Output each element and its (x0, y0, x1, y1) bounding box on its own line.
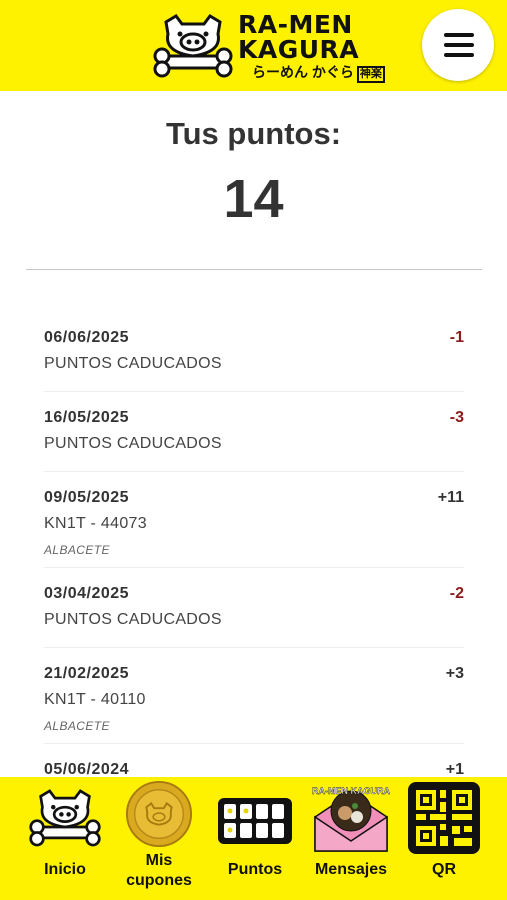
entry-amount: -1 (449, 329, 464, 346)
nav-puntos[interactable]: Puntos (212, 777, 298, 900)
logo-title-line2: KAGURA (238, 35, 360, 64)
hamburger-icon (444, 33, 474, 37)
nav-puntos-label: Puntos (227, 861, 283, 878)
nav-mensajes[interactable]: RA-MEN KAGURA Mensajes (302, 777, 400, 900)
hamburger-icon-bar (444, 43, 474, 47)
entry-amount: -2 (449, 585, 464, 602)
history-entry: 16/05/2025 -3 PUNTOS CADUCADOS (44, 392, 464, 472)
nav-inicio[interactable]: Inicio (22, 777, 108, 900)
stamp-card-icon (218, 798, 292, 844)
nav-inicio-label: Inicio (44, 861, 86, 878)
menu-button[interactable] (422, 9, 494, 81)
pig-bone-mascot-icon (153, 14, 233, 78)
nav-qr[interactable]: QR (404, 777, 484, 900)
entry-description: PUNTOS CADUCADOS (44, 611, 222, 628)
points-total: 14 (223, 169, 284, 229)
divider (26, 269, 482, 270)
bottom-navigation: Inicio Mis cupones Puntos RA-MEN KAGURA … (0, 777, 507, 900)
pig-mascot-icon (29, 789, 101, 847)
hamburger-icon-bar (444, 53, 474, 57)
brand-logo[interactable]: RA-MEN KAGURA らーめん かぐら 神楽 (152, 10, 385, 83)
entry-description: KN1T - 44073 (44, 515, 147, 532)
qr-code-icon (408, 782, 480, 854)
gold-coin-icon (125, 780, 193, 848)
app-header: RA-MEN KAGURA らーめん かぐら 神楽 (0, 0, 507, 91)
entry-date: 09/05/2025 (44, 489, 130, 506)
history-entry: 03/04/2025 -2 PUNTOS CADUCADOS (44, 568, 464, 648)
envelope-label: RA-MEN KAGURA (312, 786, 390, 796)
history-entry: 09/05/2025 +11 KN1T - 44073 ALBACETE (44, 472, 464, 568)
points-title: Tus puntos: (165, 116, 342, 151)
entry-amount: -3 (449, 409, 464, 426)
entry-amount: +11 (437, 489, 464, 506)
history-entry: 06/06/2025 -1 PUNTOS CADUCADOS (44, 312, 464, 392)
logo-kanji-stamp: 神楽 (356, 66, 385, 83)
entry-date: 03/04/2025 (44, 585, 130, 602)
nav-cupones-label-2: cupones (126, 872, 192, 889)
entry-date: 21/02/2025 (44, 665, 130, 682)
logo-title-line1: RA-MEN (238, 10, 353, 39)
points-history-list: 06/06/2025 -1 PUNTOS CADUCADOS 16/05/202… (44, 312, 464, 823)
entry-location: ALBACETE (44, 543, 110, 557)
nav-mensajes-label: Mensajes (314, 861, 388, 878)
entry-description: PUNTOS CADUCADOS (44, 435, 222, 452)
logo-japanese-text: らーめん かぐら (252, 64, 354, 80)
envelope-banner-text: RA-MEN KAGURA (312, 786, 391, 796)
history-entry: 21/02/2025 +3 KN1T - 40110 ALBACETE (44, 648, 464, 744)
entry-date: 06/06/2025 (44, 329, 130, 346)
entry-amount: +3 (445, 665, 464, 682)
nav-cupones-label-1: Mis (145, 852, 173, 869)
entry-description: PUNTOS CADUCADOS (44, 355, 222, 372)
entry-date: 16/05/2025 (44, 409, 130, 426)
nav-qr-label: QR (432, 861, 456, 878)
nav-mis-cupones[interactable]: Mis cupones (114, 777, 204, 900)
entry-description: KN1T - 40110 (44, 691, 146, 708)
entry-location: ALBACETE (44, 719, 110, 733)
